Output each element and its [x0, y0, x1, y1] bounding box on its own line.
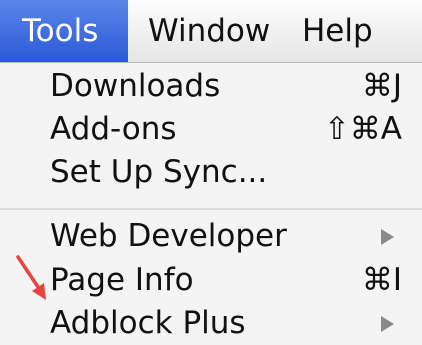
menu-item-adblock-plus[interactable]: Adblock Plus: [0, 301, 422, 345]
menubar-help[interactable]: Help: [302, 0, 373, 62]
menu-item-shortcut: ⇧⌘A: [323, 111, 402, 147]
menu-item-label: Page Info: [50, 262, 194, 298]
tools-dropdown-menu: Downloads ⌘J Add-ons ⇧⌘A Set Up Sync... …: [0, 63, 422, 341]
menu-item-downloads[interactable]: Downloads ⌘J: [0, 64, 422, 108]
menu-item-label: Add-ons: [50, 111, 177, 147]
annotation-arrow-icon: [16, 255, 46, 300]
submenu-arrow-icon: [381, 316, 394, 332]
menu-item-web-developer[interactable]: Web Developer: [0, 214, 422, 258]
menu-item-shortcut: ⌘I: [361, 262, 402, 298]
menu-item-shortcut: ⌘J: [361, 68, 402, 104]
menubar-window[interactable]: Window: [148, 0, 270, 62]
menubar-tools[interactable]: Tools: [0, 0, 128, 62]
menu-item-label: Set Up Sync...: [50, 154, 268, 190]
menu-bar: Tools Window Help: [0, 0, 422, 63]
menu-item-page-info[interactable]: Page Info ⌘I: [0, 258, 422, 302]
menu-item-set-up-sync[interactable]: Set Up Sync...: [0, 150, 422, 194]
submenu-arrow-icon: [381, 229, 394, 245]
menu-item-add-ons[interactable]: Add-ons ⇧⌘A: [0, 107, 422, 151]
menu-item-label: Web Developer: [50, 218, 287, 254]
menu-separator: [0, 208, 422, 210]
menu-item-label: Downloads: [50, 68, 221, 104]
menu-item-label: Adblock Plus: [50, 305, 246, 341]
